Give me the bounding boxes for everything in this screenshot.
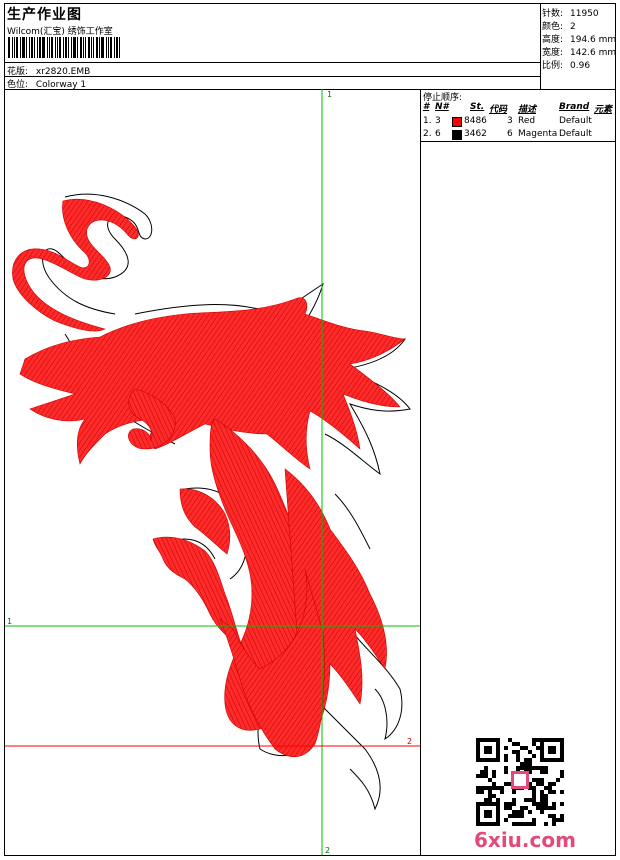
guide-label-left: 1 (7, 617, 12, 626)
barcode-bar (51, 37, 53, 58)
barcode-bar (71, 37, 72, 58)
qr-code (476, 738, 564, 826)
design-stats: 针数: 11950 颜色: 2 高度: 194.6 mm 宽度: 142.6 mm 比例… (541, 4, 617, 89)
barcode-bar (77, 37, 78, 58)
guide-label-top: 1 (327, 90, 332, 99)
barcode-bar (12, 37, 13, 58)
header-info: 生产作业图 Wilcom(汇宝) 绣饰工作室 花版: xr2820.EMB 色位… (5, 4, 541, 90)
barcode-bar (34, 37, 35, 58)
barcode-bar (101, 37, 104, 58)
stitch-layer-red (12, 198, 406, 757)
company-name: Wilcom(汇宝) 绣饰工作室 (7, 27, 113, 37)
guide-label-right: 2 (407, 737, 412, 746)
barcode-bar (73, 37, 76, 58)
col-code: 代码 (489, 105, 508, 115)
stat-height: 高度: 194.6 mm (542, 35, 617, 45)
col-brand: Brand (559, 102, 590, 112)
barcode-bar (80, 37, 82, 58)
barcode-bar (31, 37, 33, 58)
watermark-logo: 6xiu.com (474, 828, 576, 852)
divider (5, 62, 540, 63)
stat-width: 宽度: 142.6 mm (542, 48, 617, 58)
barcode-bar (29, 37, 30, 58)
barcode-bar (8, 37, 10, 58)
barcode-bar (83, 37, 84, 58)
header: 生产作业图 Wilcom(汇宝) 绣饰工作室 花版: xr2820.EMB 色位… (5, 4, 617, 90)
design-canvas: 1 2 1 2 (5, 89, 421, 855)
barcode (8, 37, 124, 58)
barcode-bar (108, 37, 109, 58)
barcode-bar (37, 37, 38, 58)
barcode-bar (68, 37, 69, 58)
barcode-bar (110, 37, 112, 58)
barcode-bar (96, 37, 98, 58)
barcode-bar (59, 37, 61, 58)
barcode-bar (26, 37, 27, 58)
barcode-bar (91, 37, 92, 58)
col-needle: N# (435, 102, 449, 112)
divider (421, 141, 615, 142)
barcode-bar (65, 37, 67, 58)
barcode-bar (49, 37, 50, 58)
col-stitches: St. (470, 102, 485, 112)
barcode-bar (16, 37, 18, 58)
barcode-bar (57, 37, 58, 58)
barcode-bar (14, 37, 15, 58)
barcode-bar (93, 37, 94, 58)
barcode-bar (20, 37, 21, 58)
barcode-bar (114, 37, 115, 58)
barcode-bar (88, 37, 90, 58)
page-title: 生产作业图 (7, 7, 82, 23)
stat-colors: 颜色: 2 (542, 22, 576, 32)
barcode-bar (22, 37, 25, 58)
barcode-bar (106, 37, 107, 58)
col-index: # (423, 102, 430, 112)
col-element: 元素 (594, 105, 613, 115)
color-swatch (452, 130, 462, 140)
barcode-bar (116, 37, 118, 58)
barcode-bar (39, 37, 41, 58)
barcode-bar (47, 37, 48, 58)
barcode-bar (119, 37, 120, 58)
barcode-bar (99, 37, 100, 58)
worksheet: 生产作业图 Wilcom(汇宝) 绣饰工作室 花版: xr2820.EMB 色位… (4, 3, 616, 856)
barcode-bar (63, 37, 64, 58)
barcode-bar (55, 37, 56, 58)
barcode-bar (85, 37, 86, 58)
stat-stitches: 针数: 11950 (542, 9, 599, 19)
guide-label-bottom: 2 (325, 846, 330, 855)
stat-scale: 比例: 0.96 (542, 61, 591, 71)
embroidery-preview: 1 2 1 2 (5, 89, 420, 855)
barcode-bar (42, 37, 45, 58)
col-desc: 描述 (518, 105, 537, 115)
color-swatch (452, 117, 462, 127)
